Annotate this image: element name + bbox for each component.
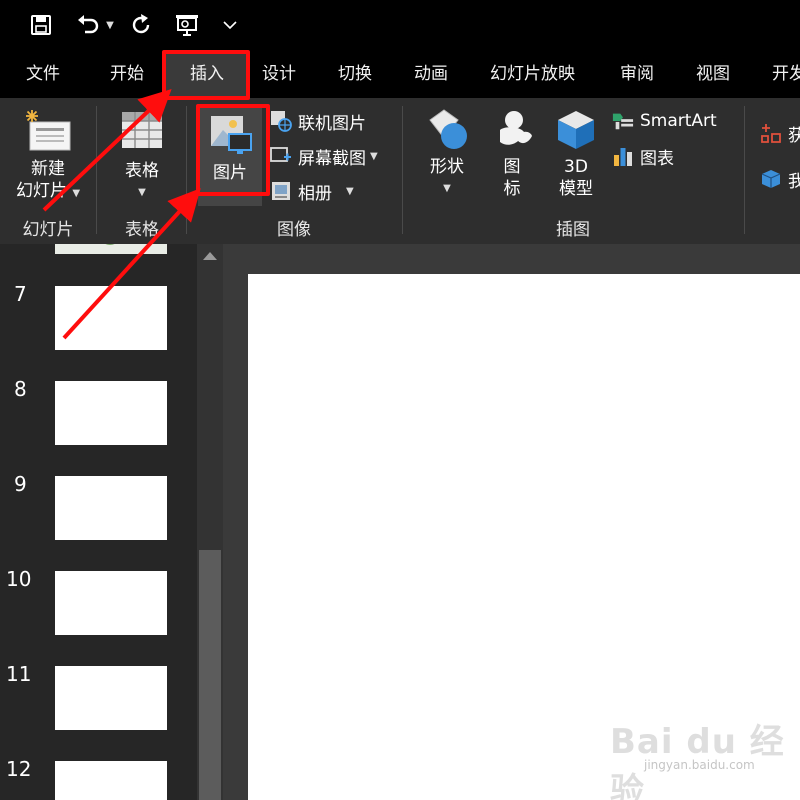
thumbnails-scrollbar[interactable] bbox=[197, 244, 223, 800]
bar-chart-icon bbox=[612, 145, 634, 167]
watermark-main: Bai du 经验 bbox=[610, 722, 785, 800]
slide-number: 8 bbox=[14, 377, 27, 401]
chart-button[interactable]: 图表 bbox=[612, 143, 674, 169]
plant-thumbnail-icon bbox=[105, 244, 115, 245]
shapes-dropdown-icon: ▼ bbox=[443, 183, 451, 194]
group-label-tables: 表格 bbox=[125, 220, 159, 240]
slide-thumbnail[interactable] bbox=[55, 761, 167, 800]
online-pictures-icon bbox=[270, 110, 292, 132]
watermark-sub: jingyan.baidu.com bbox=[644, 758, 755, 772]
new-slide-label-2: 幻灯片 ▼ bbox=[15, 181, 81, 201]
tab-animations[interactable]: 动画 bbox=[414, 52, 448, 98]
online-pictures-button[interactable]: 联机图片 bbox=[270, 108, 366, 134]
undo-icon bbox=[78, 15, 99, 34]
slide-thumbnails-pane: 7 8 9 10 11 12 bbox=[0, 244, 197, 800]
repeat-icon bbox=[132, 14, 150, 34]
slide-number: 9 bbox=[14, 472, 27, 496]
new-slide-button[interactable]: 新建 幻灯片 ▼ bbox=[10, 108, 86, 205]
photo-album-dropdown-icon[interactable]: ▼ bbox=[346, 186, 354, 197]
group-separator bbox=[402, 106, 403, 234]
save-button[interactable] bbox=[28, 10, 54, 40]
baidu-watermark: Bai du 经验 jingyan.baidu.com bbox=[600, 712, 795, 800]
icons-label-1: 图 bbox=[503, 157, 521, 177]
chevron-down-icon bbox=[223, 21, 237, 30]
new-slide-icon bbox=[26, 110, 71, 151]
group-separator bbox=[744, 106, 745, 234]
shapes-icon bbox=[429, 109, 467, 149]
undo-dropdown-icon[interactable]: ▼ bbox=[106, 20, 114, 31]
slide-thumbnail[interactable] bbox=[55, 476, 167, 540]
3d-models-label-1: 3D bbox=[564, 157, 588, 177]
ribbon-tabs: 文件 开始 插入 设计 切换 动画 幻灯片放映 审阅 视图 开发 bbox=[0, 52, 800, 98]
cube-icon bbox=[760, 168, 782, 190]
photo-album-button[interactable]: 相册 ▼ bbox=[270, 178, 354, 204]
slide-thumbnail[interactable] bbox=[55, 381, 167, 445]
photo-album-label: 相册 bbox=[298, 183, 332, 204]
group-label-images: 图像 bbox=[277, 220, 311, 240]
table-button[interactable]: 表格 ▼ bbox=[106, 108, 178, 204]
redo-button[interactable] bbox=[128, 10, 156, 40]
tab-transitions[interactable]: 切换 bbox=[338, 52, 372, 98]
slide-thumbnail[interactable] bbox=[55, 571, 167, 635]
group-separator bbox=[186, 106, 187, 234]
group-separator bbox=[96, 106, 97, 234]
slide-thumbnail[interactable] bbox=[55, 286, 167, 350]
3d-models-button[interactable]: 3D 模型 bbox=[546, 108, 606, 200]
screenshot-icon bbox=[270, 145, 292, 167]
tab-file[interactable]: 文件 bbox=[26, 52, 60, 98]
new-slide-label-1: 新建 bbox=[31, 159, 65, 179]
chart-label: 图表 bbox=[640, 148, 674, 169]
icons-label-2: 标 bbox=[503, 179, 521, 199]
tab-slideshow[interactable]: 幻灯片放映 bbox=[490, 52, 575, 98]
slide-thumbnail-partial[interactable] bbox=[55, 244, 167, 254]
slide-thumbnail[interactable] bbox=[55, 666, 167, 730]
3d-cube-icon bbox=[558, 111, 594, 149]
addins-icon bbox=[760, 122, 782, 144]
shapes-button[interactable]: 形状 ▼ bbox=[416, 108, 478, 200]
customize-toolbar-button[interactable] bbox=[220, 10, 240, 40]
icons-button[interactable]: 图 标 bbox=[484, 108, 540, 200]
3d-models-label-2: 模型 bbox=[559, 179, 593, 199]
ribbon-insert: 新建 幻灯片 ▼ 幻灯片 表格 ▼ 表格 图片 联机图片 屏幕截图 ▼ 相册 ▼… bbox=[0, 98, 800, 244]
slide-number: 10 bbox=[6, 567, 32, 591]
tab-home[interactable]: 开始 bbox=[110, 52, 144, 98]
table-label: 表格 bbox=[125, 161, 159, 181]
shapes-label: 形状 bbox=[430, 157, 464, 177]
get-addins-button[interactable]: 获 bbox=[760, 120, 800, 146]
screenshot-dropdown-icon[interactable]: ▼ bbox=[370, 151, 378, 162]
group-label-slides: 幻灯片 bbox=[22, 220, 74, 240]
photo-album-icon bbox=[270, 180, 292, 202]
icons-icon bbox=[500, 111, 532, 145]
online-pictures-label: 联机图片 bbox=[298, 113, 366, 134]
group-label-illustrations: 插图 bbox=[556, 220, 590, 240]
my-addins-label: 我 bbox=[788, 171, 800, 192]
highlight-picture-button bbox=[196, 104, 270, 196]
slide-number: 11 bbox=[6, 662, 32, 686]
screenshot-label: 屏幕截图 bbox=[298, 148, 366, 169]
smartart-label: SmartArt bbox=[640, 111, 717, 131]
slide-number: 12 bbox=[6, 757, 32, 781]
table-icon bbox=[122, 112, 162, 148]
quick-access-toolbar: ▼ bbox=[0, 0, 800, 52]
smartart-icon bbox=[612, 110, 634, 132]
table-dropdown-icon: ▼ bbox=[138, 187, 146, 198]
scrollbar-thumb[interactable] bbox=[199, 550, 221, 800]
tab-view[interactable]: 视图 bbox=[696, 52, 730, 98]
screenshot-button[interactable]: 屏幕截图 ▼ bbox=[270, 143, 378, 169]
tab-design[interactable]: 设计 bbox=[262, 52, 296, 98]
tab-developer[interactable]: 开发 bbox=[772, 52, 800, 98]
start-slideshow-button[interactable] bbox=[172, 10, 202, 40]
highlight-insert-tab bbox=[162, 50, 250, 100]
undo-button[interactable]: ▼ bbox=[72, 10, 118, 40]
slide-number: 7 bbox=[14, 282, 27, 306]
scroll-up-icon[interactable] bbox=[203, 252, 217, 260]
tab-review[interactable]: 审阅 bbox=[620, 52, 654, 98]
smartart-button[interactable]: SmartArt bbox=[612, 108, 717, 134]
get-addins-label: 获 bbox=[788, 125, 800, 146]
my-addins-button[interactable]: 我 bbox=[760, 166, 800, 192]
slideshow-icon bbox=[176, 15, 198, 36]
save-icon bbox=[31, 15, 51, 35]
